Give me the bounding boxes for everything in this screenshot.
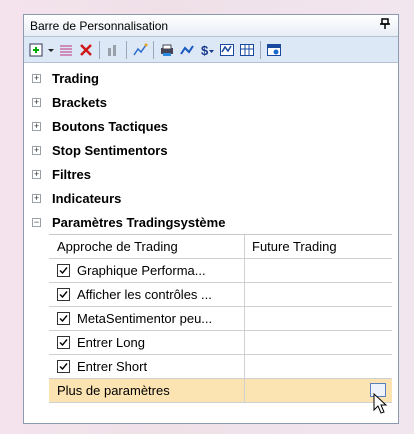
expand-icon[interactable]: + <box>32 73 41 83</box>
pin-icon[interactable] <box>378 18 392 33</box>
group-label: Trading <box>52 70 99 86</box>
setting-value[interactable] <box>245 331 392 354</box>
settings-groups: + Trading + Brackets + Boutons Tactiques… <box>24 63 398 403</box>
lines-icon[interactable] <box>57 41 75 59</box>
setting-label: MetaSentimentor peu... <box>77 311 213 326</box>
setting-row[interactable]: Afficher les contrôles ... <box>49 283 392 307</box>
group-boutons-tactiques[interactable]: + Boutons Tactiques <box>24 114 398 138</box>
dollar-icon[interactable]: $ <box>198 41 216 59</box>
brush-icon[interactable] <box>131 41 149 59</box>
group-label: Boutons Tactiques <box>52 118 169 134</box>
customization-panel: Barre de Personnalisation $ + Trading + … <box>23 14 399 424</box>
expand-icon[interactable]: + <box>32 193 41 203</box>
group-label: Stop Sentimentors <box>52 142 168 158</box>
setting-label: Approche de Trading <box>49 235 245 258</box>
strategy-icon[interactable] <box>178 41 196 59</box>
panel-toolbar: $ <box>24 37 398 63</box>
settings-grid: Approche de Trading Future Trading Graph… <box>49 234 392 403</box>
setting-value[interactable] <box>245 283 392 306</box>
toolbar-separator <box>126 40 127 59</box>
setting-value[interactable] <box>245 379 392 402</box>
checkbox-checked[interactable] <box>57 360 70 373</box>
calendar-icon[interactable] <box>265 41 283 59</box>
delete-icon[interactable] <box>77 41 95 59</box>
setting-label: Graphique Performa... <box>77 263 206 278</box>
mouse-cursor-icon <box>373 393 388 414</box>
chart-bars-icon[interactable] <box>218 41 236 59</box>
expand-icon[interactable]: + <box>32 121 41 131</box>
svg-text:$: $ <box>201 43 209 58</box>
add-layout-icon[interactable] <box>27 41 45 59</box>
group-label: Paramètres Tradingsystème <box>52 214 226 230</box>
setting-row[interactable]: Entrer Short <box>49 355 392 379</box>
group-label: Indicateurs <box>52 190 122 206</box>
setting-row-more-parameters[interactable]: Plus de paramètres <box>49 379 392 403</box>
setting-row[interactable]: MetaSentimentor peu... <box>49 307 392 331</box>
setting-value[interactable] <box>245 259 392 282</box>
checkbox-checked[interactable] <box>57 264 70 277</box>
group-label: Brackets <box>52 94 107 110</box>
setting-row[interactable]: Graphique Performa... <box>49 259 392 283</box>
group-stop-sentimentors[interactable]: + Stop Sentimentors <box>24 138 398 162</box>
toolbar-separator <box>260 40 261 59</box>
setting-label: Afficher les contrôles ... <box>77 287 212 302</box>
expand-icon[interactable]: + <box>32 97 41 107</box>
setting-row-trading-approach[interactable]: Approche de Trading Future Trading <box>49 235 392 259</box>
panel-title: Barre de Personnalisation <box>30 18 169 33</box>
setting-value[interactable] <box>245 355 392 378</box>
setting-label: Entrer Long <box>77 335 145 350</box>
group-indicateurs[interactable]: + Indicateurs <box>24 186 398 210</box>
toolbar-separator <box>99 40 100 59</box>
checkbox-checked[interactable] <box>57 288 70 301</box>
expand-icon[interactable]: + <box>32 169 41 179</box>
group-label: Filtres <box>52 166 92 182</box>
group-filtres[interactable]: + Filtres <box>24 162 398 186</box>
group-brackets[interactable]: + Brackets <box>24 90 398 114</box>
setting-row[interactable]: Entrer Long <box>49 331 392 355</box>
grid-icon[interactable] <box>238 41 256 59</box>
group-parametres-tradingsysteme[interactable]: − Paramètres Tradingsystème <box>24 210 398 234</box>
setting-value[interactable] <box>245 307 392 330</box>
checkbox-checked[interactable] <box>57 312 70 325</box>
setting-label: Plus de paramètres <box>49 379 245 402</box>
expand-icon[interactable]: + <box>32 145 41 155</box>
checkbox-checked[interactable] <box>57 336 70 349</box>
group-trading[interactable]: + Trading <box>24 66 398 90</box>
setting-label: Entrer Short <box>77 359 148 374</box>
toolbar-separator <box>153 40 154 59</box>
setting-value[interactable]: Future Trading <box>245 235 392 258</box>
chart-icon[interactable] <box>104 41 122 59</box>
panel-titlebar: Barre de Personnalisation <box>24 15 398 37</box>
print-icon[interactable] <box>158 41 176 59</box>
collapse-icon[interactable]: − <box>32 217 41 227</box>
dropdown-arrow-icon[interactable] <box>47 41 55 59</box>
